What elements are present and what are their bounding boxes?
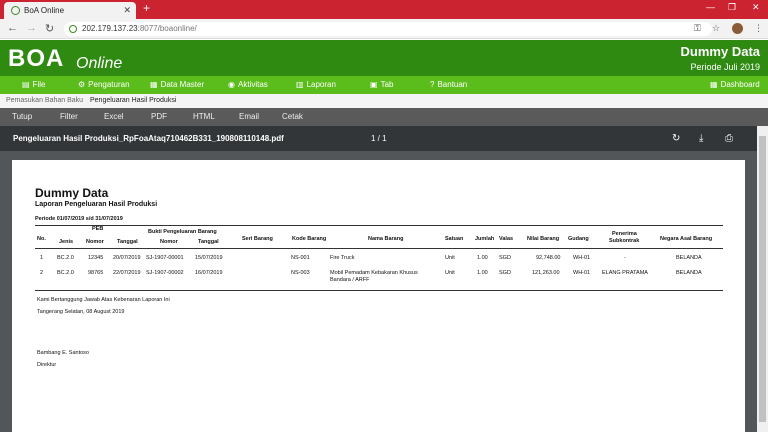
col-bukti-nomor: Nomor bbox=[160, 239, 178, 245]
forward-icon[interactable]: → bbox=[26, 22, 37, 34]
url-path: :8077/boaonline/ bbox=[137, 24, 197, 33]
star-icon[interactable]: ☆ bbox=[712, 23, 720, 34]
site-favicon-icon bbox=[11, 6, 20, 15]
col-satuan: Satuan bbox=[445, 236, 464, 242]
key-icon[interactable]: ⚿ bbox=[694, 23, 701, 34]
scrollbar[interactable] bbox=[757, 126, 768, 432]
col-nomor: Nomor bbox=[86, 239, 104, 245]
col-bukti-tanggal: Tanggal bbox=[198, 239, 219, 245]
col-seri: Seri Barang bbox=[242, 236, 273, 242]
menu-bantuan[interactable]: ? Bantuan bbox=[430, 76, 467, 94]
report-icon: ▥ bbox=[296, 80, 304, 89]
breadcrumb-item-active[interactable]: Pengeluaran Hasil Produksi bbox=[90, 94, 176, 108]
browser-tab[interactable]: BoA Online ✕ bbox=[4, 2, 136, 19]
dashboard-icon: ▦ bbox=[710, 80, 718, 89]
email-button[interactable]: Email bbox=[239, 108, 259, 126]
gear-icon: ⚙ bbox=[78, 80, 86, 89]
avatar[interactable] bbox=[732, 23, 743, 34]
back-icon[interactable]: ← bbox=[7, 22, 18, 34]
menu-pengaturan[interactable]: ⚙ Pengaturan bbox=[78, 76, 130, 94]
period-label: Periode Juli 2019 bbox=[690, 62, 760, 72]
col-peb: PEB bbox=[92, 226, 104, 232]
cetak-button[interactable]: Cetak bbox=[282, 108, 303, 126]
excel-button[interactable]: Excel bbox=[104, 108, 124, 126]
download-icon[interactable]: ⤓ bbox=[699, 126, 703, 151]
scrollbar-thumb[interactable] bbox=[759, 136, 766, 422]
report-period: Periode 01/07/2019 s/d 31/07/2019 bbox=[35, 216, 123, 222]
page-indicator: 1 / 1 bbox=[371, 134, 387, 143]
site-info-icon[interactable] bbox=[69, 25, 77, 33]
place-date: Tangerang Selatan, 08 August 2019 bbox=[37, 309, 125, 315]
minimize-icon[interactable]: — bbox=[706, 2, 715, 12]
maximize-icon[interactable]: ❐ bbox=[728, 2, 736, 13]
menu-data-master[interactable]: ▦ Data Master bbox=[150, 76, 204, 94]
filter-button[interactable]: Filter bbox=[60, 108, 78, 126]
close-window-icon[interactable]: ✕ bbox=[752, 2, 760, 13]
col-jenis: Jenis bbox=[59, 239, 74, 245]
col-bukti: Bukti Pengeluaran Barang bbox=[148, 229, 217, 235]
statement-text: Kami Bertanggung Jawab Atas Kebenaran La… bbox=[37, 297, 170, 303]
breadcrumb-item[interactable]: Pemasukan Bahan Baku bbox=[6, 94, 83, 108]
print-icon[interactable]: ⎙ bbox=[725, 126, 733, 151]
menu-tab[interactable]: ▣ Tab bbox=[370, 76, 393, 94]
company-name: Dummy Data bbox=[680, 44, 760, 59]
signer-position: Direktur bbox=[37, 362, 57, 368]
html-button[interactable]: HTML bbox=[193, 108, 215, 126]
report-title: Laporan Pengeluaran Hasil Produksi bbox=[35, 201, 158, 208]
tab-icon: ▣ bbox=[370, 80, 378, 89]
signer-name: Bambang E. Santoso bbox=[37, 350, 89, 356]
pdf-viewer-toolbar: Pengeluaran Hasil Produksi_RpFoaAtaq7104… bbox=[0, 126, 757, 151]
app-header: BOA Online Dummy Data Periode Juli 2019 bbox=[0, 40, 768, 76]
col-nilai: Nilai Barang bbox=[527, 236, 560, 242]
menu-dashboard[interactable]: ▦ Dashboard bbox=[710, 76, 760, 94]
database-icon: ▦ bbox=[150, 80, 158, 89]
url-host: 202.179.137.23 bbox=[82, 24, 138, 33]
url-input[interactable]: 202.179.137.23:8077/boaonline/ bbox=[64, 22, 712, 36]
address-bar: ← → ↻ 202.179.137.23:8077/boaonline/ ⚿ ☆… bbox=[0, 19, 768, 39]
tab-title: BoA Online bbox=[24, 6, 65, 15]
report-company: Dummy Data bbox=[35, 186, 109, 200]
rotate-icon[interactable]: ↻ bbox=[672, 126, 680, 151]
menu-file[interactable]: ▤ File bbox=[22, 76, 45, 94]
close-tab-icon[interactable]: ✕ bbox=[123, 2, 131, 19]
logo: BOA bbox=[8, 45, 65, 72]
menu-aktivitas[interactable]: ◉ Aktivitas bbox=[228, 76, 268, 94]
col-subkontrak: Subkontrak bbox=[609, 238, 640, 244]
browser-titlebar: BoA Online ✕ + — ❐ ✕ bbox=[0, 0, 768, 19]
menu-laporan[interactable]: ▥ Laporan bbox=[296, 76, 336, 94]
reload-icon[interactable]: ↻ bbox=[45, 22, 54, 35]
header-rule bbox=[35, 248, 723, 249]
col-jumlah: Jumlah bbox=[475, 236, 495, 242]
col-penerima: Penerima bbox=[612, 231, 637, 237]
pdf-filename: Pengeluaran Hasil Produksi_RpFoaAtaq7104… bbox=[13, 134, 284, 143]
col-kode: Kode Barang bbox=[292, 236, 327, 242]
col-no: No. bbox=[37, 236, 46, 242]
col-tanggal: Tanggal bbox=[117, 239, 138, 245]
report-toolbar: Tutup Filter Excel PDF HTML Email Cetak bbox=[0, 108, 768, 126]
col-negara: Negara Asal Barang bbox=[660, 236, 713, 242]
tutup-button[interactable]: Tutup bbox=[12, 108, 32, 126]
table-top-rule bbox=[35, 225, 723, 226]
breadcrumb: Pemasukan Bahan Baku Pengeluaran Hasil P… bbox=[0, 94, 768, 108]
help-icon: ? bbox=[430, 80, 435, 89]
pdf-page: Dummy Data Laporan Pengeluaran Hasil Pro… bbox=[12, 160, 745, 432]
col-valas: Valas bbox=[499, 236, 514, 242]
main-menu: ▤ File ⚙ Pengaturan ▦ Data Master ◉ Aktivita… bbox=[0, 76, 768, 94]
table-bottom-rule bbox=[35, 290, 723, 291]
new-tab-icon[interactable]: + bbox=[143, 1, 150, 15]
pdf-button[interactable]: PDF bbox=[151, 108, 167, 126]
more-menu-icon[interactable]: ⋮ bbox=[754, 23, 763, 34]
col-nama: Nama Barang bbox=[368, 236, 404, 242]
activity-icon: ◉ bbox=[228, 80, 235, 89]
file-icon: ▤ bbox=[22, 80, 30, 89]
logo-subtitle: Online bbox=[76, 55, 123, 72]
col-gudang: Gudang bbox=[568, 236, 589, 242]
